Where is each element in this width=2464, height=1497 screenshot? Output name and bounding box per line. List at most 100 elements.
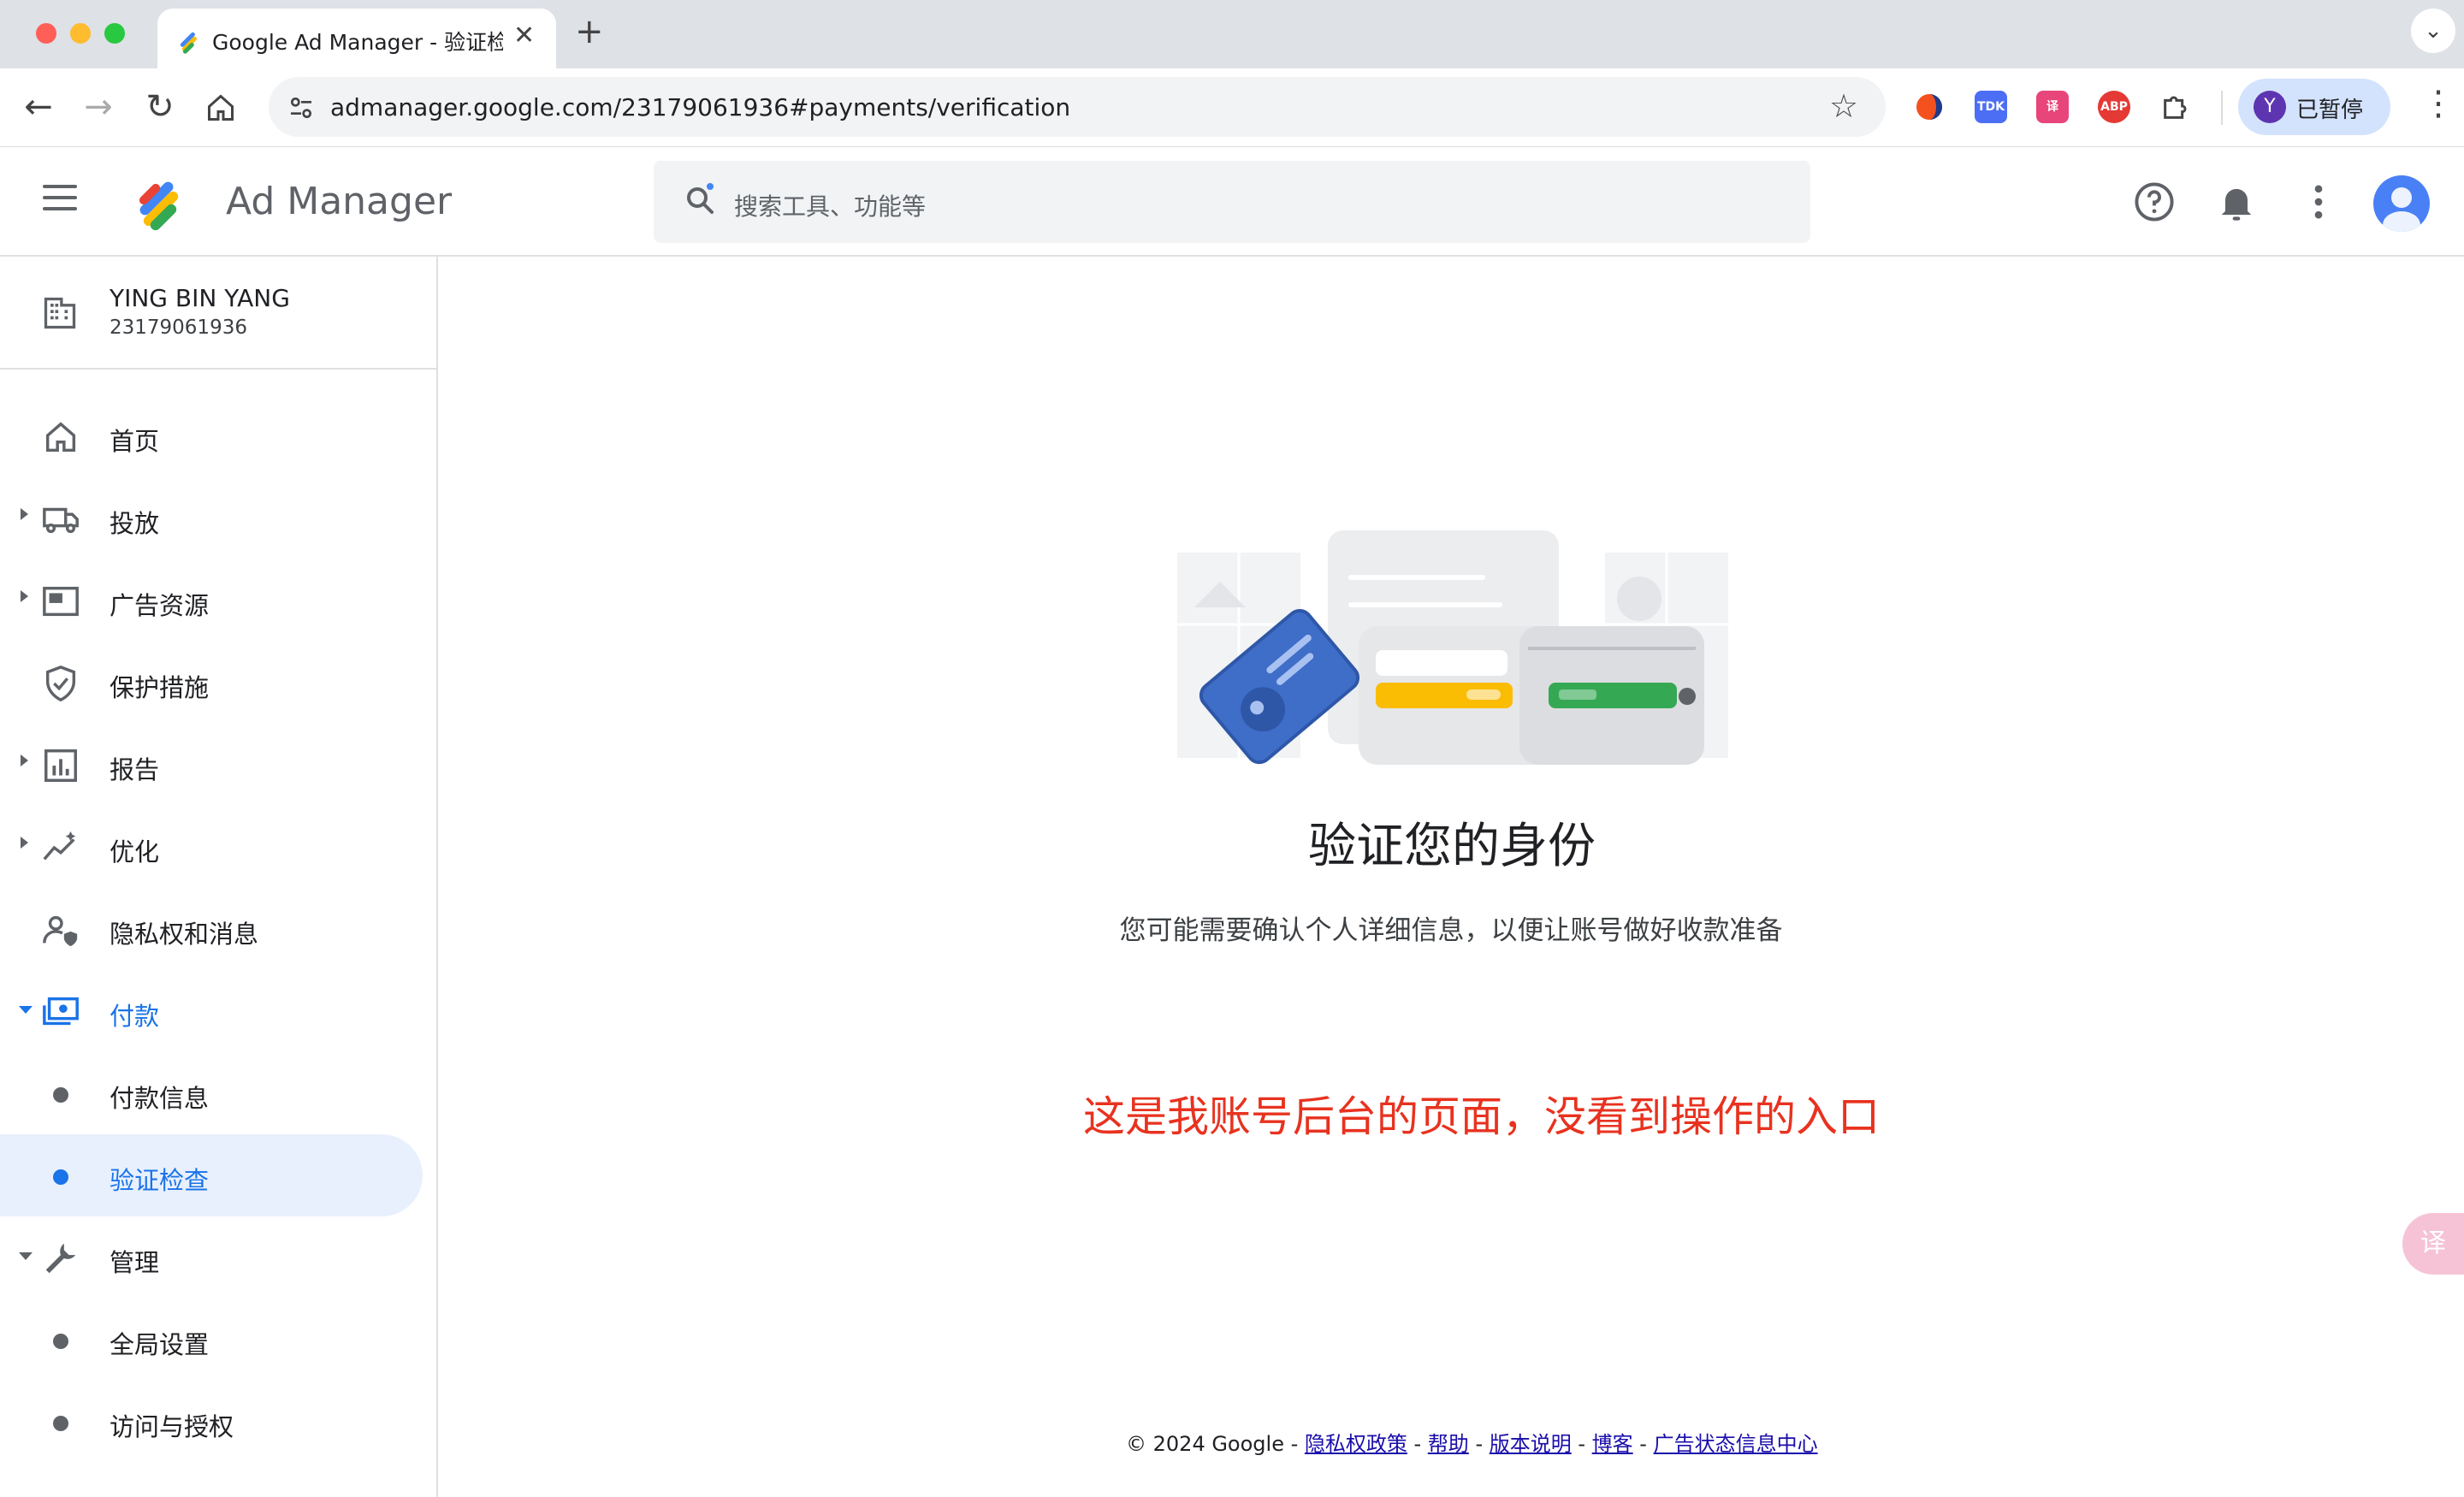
extensions-puzzle-icon[interactable] (2159, 89, 2194, 123)
extension-swirl-icon[interactable] (1913, 91, 1946, 123)
sidebar-item-privacy-messaging[interactable]: 隐私权和消息 (0, 888, 423, 970)
browser-tab-bar: Google Ad Manager - 验证检查 ✕ + ⌄ (0, 0, 2464, 70)
search-input[interactable]: 搜索工具、功能等 (654, 161, 1810, 243)
shield-check-icon (45, 665, 76, 702)
tab-title: Google Ad Manager - 验证检查 (212, 30, 503, 55)
sidebar-item-label: 付款 (110, 1002, 160, 1031)
reload-icon[interactable]: ↻ (139, 87, 181, 127)
browser-menu-icon[interactable]: ⋮ (2421, 84, 2455, 123)
home-icon (45, 422, 76, 453)
bookmark-star-icon[interactable]: ☆ (1829, 87, 1858, 125)
profile-button[interactable]: Y 已暂停 (2238, 79, 2390, 135)
close-window-button[interactable] (36, 23, 56, 44)
sidebar-item-home[interactable]: 首页 (0, 395, 423, 477)
sidebar-item-label: 验证检查 (110, 1166, 210, 1195)
footer-separator: - (1571, 1432, 1592, 1456)
sidebar-item-label: 广告资源 (110, 591, 210, 620)
home-icon[interactable] (205, 92, 236, 123)
wallet-card-illustration (1177, 530, 1728, 765)
wrench-icon (45, 1243, 76, 1274)
collapse-arrow-icon[interactable] (19, 1006, 33, 1014)
footer-link-privacy[interactable]: 隐私权政策 (1305, 1432, 1407, 1456)
sidebar-item-label: 保护措施 (110, 673, 210, 702)
page-title: 验证您的身份 (1308, 819, 1596, 874)
sidebar-item-reports[interactable]: 报告 (0, 724, 423, 806)
back-arrow-icon[interactable]: ← (17, 87, 60, 127)
sidebar-item-label: 隐私权和消息 (110, 920, 259, 949)
help-icon[interactable] (2132, 180, 2177, 224)
sidebar-item-label: 首页 (110, 427, 160, 456)
sidebar-item-global-settings[interactable]: 全局设置 (0, 1299, 423, 1381)
address-bar[interactable]: admanager.google.com/23179061936#payment… (269, 77, 1886, 137)
minimize-window-button[interactable] (70, 23, 91, 44)
bullet-icon (53, 1416, 68, 1431)
page-description: 您可能需要确认个人详细信息，以便让账号做好收款准备 (1119, 915, 1783, 946)
adblock-extension-icon[interactable]: ABP (2098, 91, 2130, 123)
sidebar-item-payment-info[interactable]: 付款信息 (0, 1052, 423, 1134)
bullet-icon (53, 1087, 68, 1103)
user-annotation-text: 这是我账号后台的页面，没看到操作的入口 (1083, 1092, 1881, 1141)
more-options-icon[interactable] (2296, 180, 2341, 224)
sidebar-item-protections[interactable]: 保护措施 (0, 642, 423, 724)
inventory-screen-icon (43, 586, 79, 617)
footer: © 2024 Google - 隐私权政策 - 帮助 - 版本说明 - 博客 -… (1126, 1427, 1818, 1457)
tab-close-icon[interactable]: ✕ (513, 21, 535, 50)
site-settings-icon[interactable] (287, 94, 315, 121)
sidebar-item-access-authorization[interactable]: 访问与授权 (0, 1381, 423, 1463)
person-shield-icon (43, 915, 78, 947)
sidebar-item-label: 投放 (110, 509, 160, 538)
sidebar-item-delivery[interactable]: 投放 (0, 477, 423, 559)
account-info[interactable]: YING BIN YANG 23179061936 (0, 257, 436, 370)
maximize-window-button[interactable] (104, 23, 125, 44)
browser-toolbar: ← → ↻ admanager.google.com/23179061936#p… (0, 68, 2464, 147)
footer-copyright: © 2024 Google - (1126, 1432, 1305, 1456)
account-avatar[interactable] (2373, 175, 2430, 232)
tab-search-dropdown-icon[interactable]: ⌄ (2411, 9, 2455, 53)
bullet-icon (53, 1169, 68, 1185)
collapse-arrow-icon[interactable] (19, 1252, 33, 1260)
new-tab-button[interactable]: + (575, 12, 604, 51)
footer-link-status-dashboard[interactable]: 广告状态信息中心 (1654, 1432, 1818, 1456)
sidebar-item-label: 付款信息 (110, 1084, 210, 1113)
footer-link-blog[interactable]: 博客 (1592, 1432, 1633, 1456)
sidebar-item-label: 全局设置 (110, 1330, 210, 1359)
building-icon (44, 297, 76, 329)
notifications-bell-icon[interactable] (2214, 180, 2259, 224)
profile-avatar: Y (2254, 91, 2286, 123)
expand-arrow-icon[interactable] (21, 754, 28, 766)
bullet-icon (53, 1334, 68, 1349)
profile-status-label: 已暂停 (2296, 98, 2364, 123)
forward-arrow-icon[interactable]: → (77, 87, 120, 127)
toolbar-divider (2221, 91, 2223, 125)
sidebar: YING BIN YANG 23179061936 首页 投放 广告资源 保护措… (0, 257, 438, 1497)
app-name: Ad Manager (226, 180, 453, 223)
sidebar-item-payments[interactable]: 付款 (0, 970, 423, 1052)
footer-separator: - (1407, 1432, 1428, 1456)
sidebar-item-label: 访问与授权 (110, 1412, 234, 1441)
sidebar-item-label: 报告 (110, 755, 160, 784)
payments-icon (43, 997, 79, 1026)
footer-separator: - (1468, 1432, 1490, 1456)
hamburger-menu-icon[interactable] (43, 185, 77, 212)
tdk-extension-icon[interactable]: TDK (1975, 91, 2007, 123)
sidebar-item-verification[interactable]: 验证检查 (0, 1134, 423, 1216)
ad-manager-favicon-icon (180, 32, 197, 54)
ad-manager-logo-icon (139, 181, 179, 231)
search-icon (687, 183, 714, 214)
sidebar-item-admin[interactable]: 管理 (0, 1216, 423, 1299)
truck-icon (43, 507, 79, 534)
footer-link-help[interactable]: 帮助 (1428, 1432, 1469, 1456)
footer-separator: - (1632, 1432, 1654, 1456)
account-id: 23179061936 (110, 317, 247, 339)
sidebar-item-label: 管理 (110, 1248, 160, 1277)
app-header: Ad Manager 搜索工具、功能等 (0, 147, 2464, 257)
url-text: admanager.google.com/23179061936#payment… (330, 93, 1071, 121)
expand-arrow-icon[interactable] (21, 508, 28, 520)
translate-extension-icon[interactable]: 译 (2036, 91, 2069, 123)
browser-tab-active[interactable]: Google Ad Manager - 验证检查 ✕ (157, 9, 556, 70)
bar-chart-icon (44, 749, 77, 782)
footer-link-release-notes[interactable]: 版本说明 (1490, 1432, 1572, 1456)
sidebar-item-inventory[interactable]: 广告资源 (0, 559, 423, 642)
expand-arrow-icon[interactable] (21, 590, 28, 602)
floating-translate-icon[interactable]: 译 (2402, 1213, 2464, 1275)
